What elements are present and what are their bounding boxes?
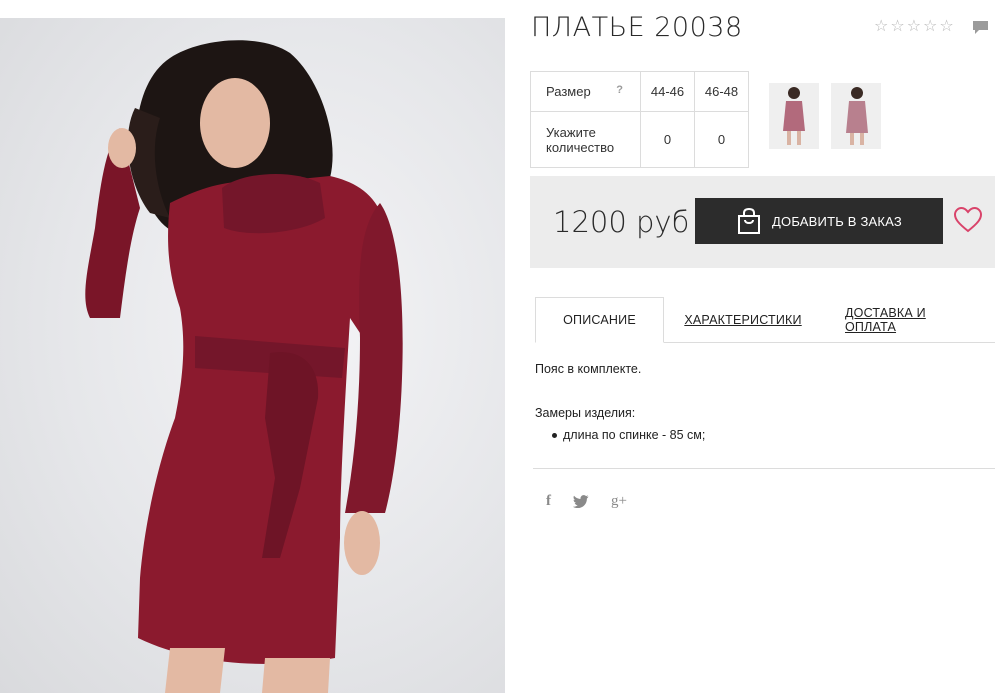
- star-icon[interactable]: ☆: [890, 18, 904, 34]
- rating-stars[interactable]: ☆ ☆ ☆ ☆ ☆: [874, 18, 954, 34]
- quantity-label: Укажите количество: [530, 111, 641, 168]
- add-to-order-label: ДОБАВИТЬ В ЗАКАЗ: [772, 213, 902, 229]
- comment-icon[interactable]: [972, 20, 989, 35]
- star-icon[interactable]: ☆: [907, 18, 921, 34]
- description-content: Пояс в комплекте. Замеры изделия: длина …: [535, 361, 705, 443]
- price: 1200 руб: [553, 205, 690, 239]
- product-title: ПЛАТЬЕ 20038: [531, 12, 743, 43]
- quantity-input[interactable]: 0: [640, 111, 695, 168]
- model-illustration: [85, 40, 403, 693]
- measures-title: Замеры изделия:: [535, 406, 636, 420]
- tab-description[interactable]: ОПИСАНИЕ: [535, 297, 664, 343]
- thumbnail-side[interactable]: [831, 83, 881, 149]
- tab-characteristics[interactable]: ХАРАКТЕРИСТИКИ: [684, 297, 801, 343]
- size-option: 46-48: [694, 71, 749, 112]
- heart-icon[interactable]: [954, 207, 982, 233]
- size-option: 44-46: [640, 71, 695, 112]
- size-quantity-table: Размер ? 44-46 46-48 Укажите количество …: [530, 71, 749, 168]
- add-to-order-button[interactable]: ДОБАВИТЬ В ЗАКАЗ: [695, 198, 943, 244]
- twitter-icon[interactable]: [573, 495, 589, 508]
- share-bar: f g+: [546, 493, 627, 510]
- product-photo: [0, 18, 505, 693]
- facebook-icon[interactable]: f: [546, 493, 551, 510]
- star-icon[interactable]: ☆: [923, 18, 937, 34]
- thumbnail-gallery: [769, 83, 881, 149]
- product-tabs: ОПИСАНИЕ ХАРАКТЕРИСТИКИ ДОСТАВКА И ОПЛАТ…: [535, 297, 995, 343]
- star-icon[interactable]: ☆: [874, 18, 888, 34]
- shopping-bag-icon: [738, 207, 761, 234]
- list-item: длина по спинке - 85 см;: [535, 427, 705, 443]
- star-icon[interactable]: ☆: [939, 18, 953, 34]
- divider: [533, 468, 995, 469]
- thumbnail-front[interactable]: [769, 83, 819, 149]
- quantity-input[interactable]: 0: [694, 111, 749, 168]
- size-label: Размер: [546, 84, 591, 99]
- size-label-cell: Размер ?: [530, 71, 641, 112]
- belt-note: Пояс в комплекте.: [535, 362, 642, 376]
- size-help-icon[interactable]: ?: [616, 84, 623, 96]
- tab-delivery-payment[interactable]: ДОСТАВКА И ОПЛАТА: [845, 297, 971, 343]
- google-plus-icon[interactable]: g+: [611, 493, 627, 510]
- order-panel: 1200 руб ДОБАВИТЬ В ЗАКАЗ: [530, 176, 995, 268]
- measures-list: длина по спинке - 85 см;: [535, 427, 705, 443]
